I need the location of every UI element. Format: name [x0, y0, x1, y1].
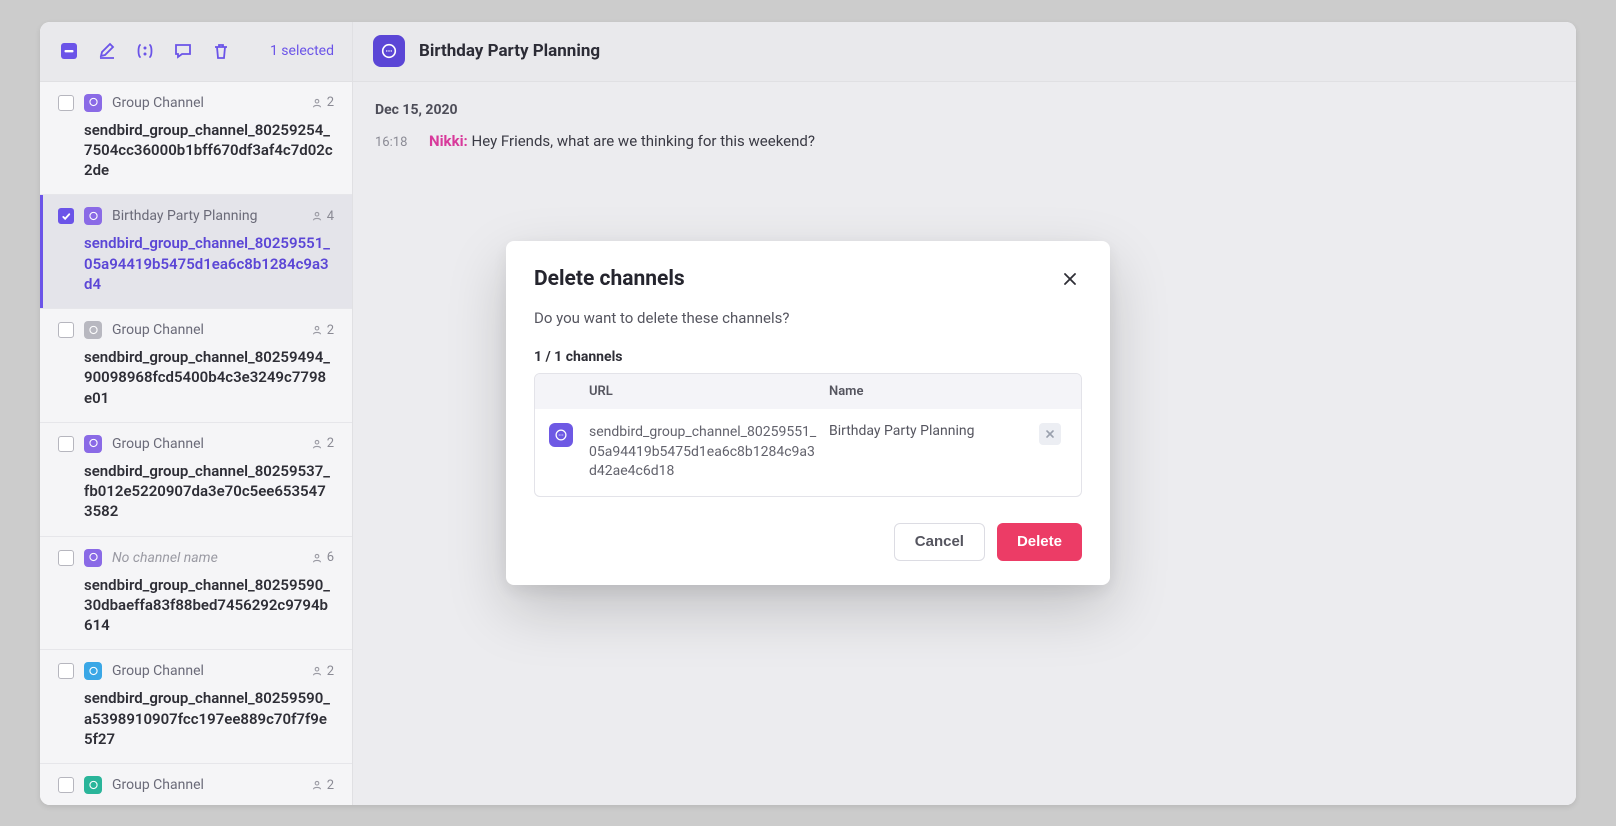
channel-row[interactable]: Group Channel 2 sendbird_group_channel_802…	[40, 309, 352, 423]
close-icon[interactable]	[1058, 267, 1082, 291]
chat-icon[interactable]	[172, 40, 194, 62]
channel-url: sendbird_group_channel_80259623_66123b1b…	[58, 802, 334, 805]
main-header: Birthday Party Planning	[353, 22, 1576, 82]
modal-table: URL Name sendbird_group_channel_80259551…	[534, 373, 1082, 497]
member-count: 2	[311, 95, 334, 110]
edit-icon[interactable]	[96, 40, 118, 62]
modal-table-row: sendbird_group_channel_80259551_05a94419…	[535, 409, 1081, 496]
chat-date: Dec 15, 2020	[375, 102, 1554, 118]
member-count-value: 2	[327, 664, 334, 679]
channel-name: Group Channel	[112, 322, 204, 338]
member-count-value: 4	[327, 209, 334, 224]
channel-row[interactable]: No channel name 6 sendbird_group_channel_8…	[40, 537, 352, 651]
channel-name: Birthday Party Planning	[112, 208, 257, 224]
delete-button[interactable]: Delete	[997, 523, 1082, 561]
channel-name: No channel name	[112, 550, 218, 566]
channel-badge-icon	[549, 423, 573, 447]
channel-url: sendbird_group_channel_80259537_fb012e52…	[58, 461, 334, 522]
message-time: 16:18	[375, 135, 415, 150]
select-toggle-icon[interactable]	[58, 40, 80, 62]
modal-subtitle: Do you want to delete these channels?	[534, 309, 1082, 327]
modal-table-head: URL Name	[535, 374, 1081, 409]
channel-icon	[373, 35, 405, 67]
channel-type-icon	[84, 662, 102, 680]
channel-row[interactable]: Group Channel 2 sendbird_group_channel_802…	[40, 423, 352, 537]
channel-title: Birthday Party Planning	[419, 41, 600, 61]
message-user: Nikki:	[429, 132, 468, 150]
channel-row[interactable]: Birthday Party Planning 4 sendbird_group_c…	[40, 195, 352, 309]
channel-url: sendbird_group_channel_80259590_a5398910…	[58, 688, 334, 749]
delete-channels-modal: Delete channels Do you want to delete th…	[506, 241, 1110, 585]
channel-row[interactable]: Group Channel 2 sendbird_group_channel_802…	[40, 82, 352, 196]
member-count: 4	[311, 209, 334, 224]
channel-checkbox[interactable]	[58, 663, 74, 679]
channel-checkbox[interactable]	[58, 436, 74, 452]
channel-url: sendbird_group_channel_80259590_30dbaeff…	[58, 575, 334, 636]
channel-checkbox[interactable]	[58, 550, 74, 566]
member-count-value: 6	[327, 550, 334, 565]
member-count: 2	[311, 436, 334, 451]
member-count-value: 2	[327, 323, 334, 338]
channel-name: Group Channel	[112, 95, 204, 111]
selection-toolbar: 1 selected	[40, 22, 352, 82]
channel-checkbox[interactable]	[58, 208, 74, 224]
col-url: URL	[589, 384, 829, 399]
modal-count: 1 / 1 channels	[534, 349, 1082, 365]
cancel-button[interactable]: Cancel	[894, 523, 985, 561]
channel-url: sendbird_group_channel_80259254_7504cc36…	[58, 120, 334, 181]
channel-url: sendbird_group_channel_80259551_05a94419…	[58, 233, 334, 294]
channel-checkbox[interactable]	[58, 95, 74, 111]
channel-type-icon	[84, 321, 102, 339]
channel-type-icon	[84, 207, 102, 225]
channel-url: sendbird_group_channel_80259494_90098968…	[58, 347, 334, 408]
app-root: 1 selected Group Channel 2 sendbird_group_…	[40, 22, 1576, 805]
message-body: Hey Friends, what are we thinking for th…	[472, 132, 815, 150]
channel-checkbox[interactable]	[58, 777, 74, 793]
selection-count: 1 selected	[270, 43, 334, 59]
modal-row-url: sendbird_group_channel_80259551_05a94419…	[589, 423, 829, 482]
col-name: Name	[829, 384, 1039, 399]
member-count-value: 2	[327, 436, 334, 451]
channel-sidebar: 1 selected Group Channel 2 sendbird_group_…	[40, 22, 353, 805]
member-count: 6	[311, 550, 334, 565]
channel-checkbox[interactable]	[58, 322, 74, 338]
channel-type-icon	[84, 776, 102, 794]
channel-type-icon	[84, 435, 102, 453]
metadata-icon[interactable]	[134, 40, 156, 62]
modal-title: Delete channels	[534, 267, 685, 291]
member-count: 2	[311, 778, 334, 793]
remove-row-icon[interactable]	[1039, 423, 1061, 445]
delete-icon[interactable]	[210, 40, 232, 62]
channel-name: Group Channel	[112, 663, 204, 679]
member-count: 2	[311, 664, 334, 679]
channel-name: Group Channel	[112, 777, 204, 793]
channel-type-icon	[84, 94, 102, 112]
channel-name: Group Channel	[112, 436, 204, 452]
channel-list[interactable]: Group Channel 2 sendbird_group_channel_802…	[40, 82, 352, 805]
channel-type-icon	[84, 549, 102, 567]
modal-row-name: Birthday Party Planning	[829, 423, 1039, 439]
member-count: 2	[311, 323, 334, 338]
member-count-value: 2	[327, 95, 334, 110]
member-count-value: 2	[327, 778, 334, 793]
channel-row[interactable]: Group Channel 2 sendbird_group_channel_802…	[40, 764, 352, 805]
message-row: 16:18 Nikki: Hey Friends, what are we th…	[375, 132, 1554, 150]
channel-row[interactable]: Group Channel 2 sendbird_group_channel_802…	[40, 650, 352, 764]
